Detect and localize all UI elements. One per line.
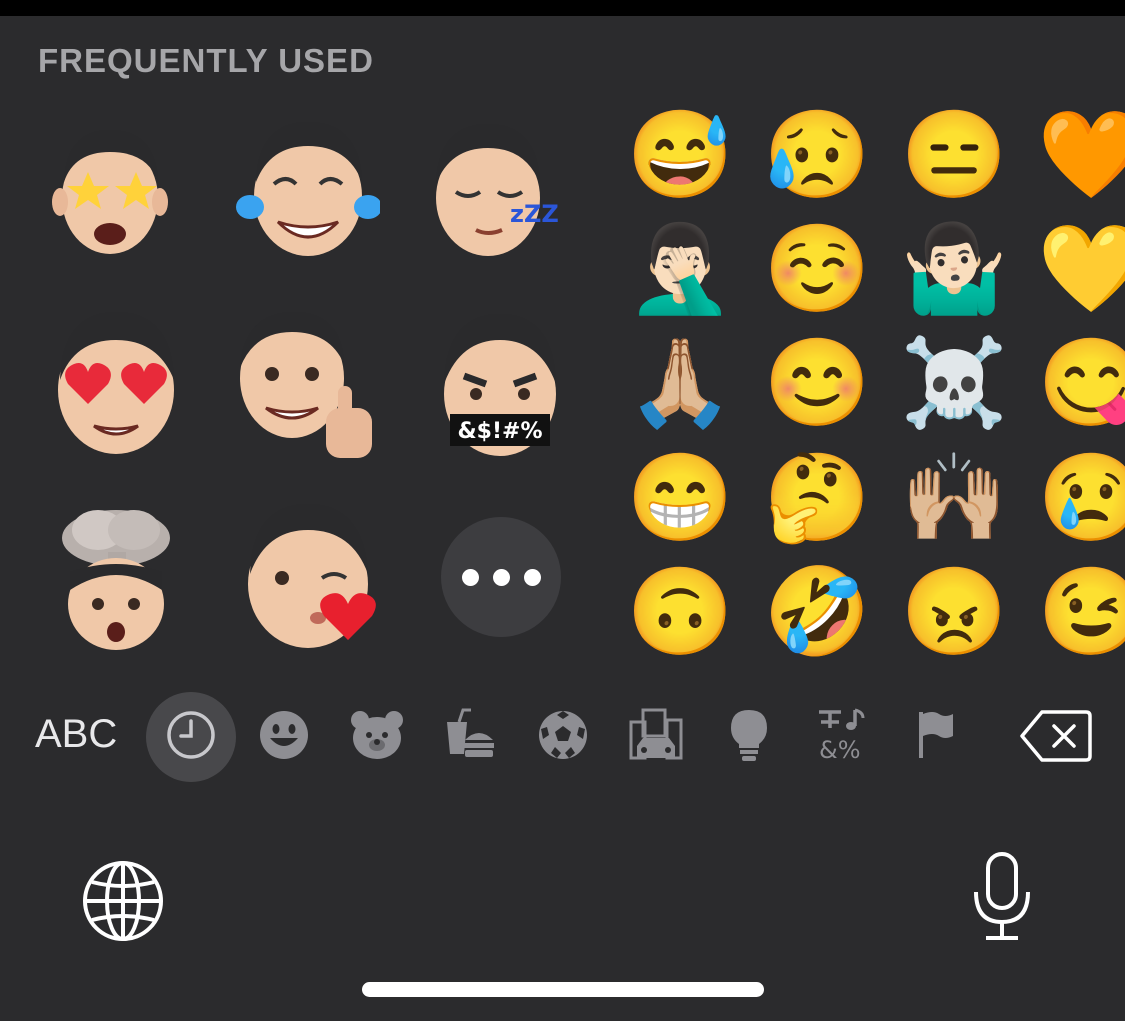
emoji-key[interactable]: ☺️ bbox=[757, 214, 877, 324]
clock-icon[interactable] bbox=[156, 700, 226, 770]
globe-icon[interactable] bbox=[82, 860, 164, 942]
more-dot bbox=[523, 568, 541, 586]
emoji-key[interactable]: 💛 bbox=[1031, 214, 1125, 324]
emoji-key[interactable]: 🧡 bbox=[1031, 100, 1125, 210]
smiley-icon[interactable] bbox=[249, 700, 319, 770]
sleeping-memoji[interactable]: zZZ bbox=[420, 112, 570, 262]
heart-eyes-memoji[interactable] bbox=[38, 308, 188, 458]
emoji-key[interactable]: 🙌🏼 bbox=[894, 443, 1014, 553]
emoji-key[interactable]: 😋 bbox=[1031, 328, 1125, 438]
censored-text: &$!#% bbox=[457, 419, 542, 444]
emoji-key[interactable]: 😁 bbox=[620, 443, 740, 553]
cursing-memoji[interactable]: &$!#% bbox=[420, 308, 570, 458]
symbols-icon[interactable]: &% bbox=[807, 700, 877, 770]
emoji-key[interactable]: 🤣 bbox=[757, 557, 877, 667]
soccer-ball-icon[interactable] bbox=[528, 700, 598, 770]
emoji-key[interactable]: 😉 bbox=[1031, 557, 1125, 667]
zzz-label: zZZ bbox=[510, 200, 559, 228]
delete-backward-icon[interactable] bbox=[1020, 710, 1092, 762]
emoji-key[interactable]: 🙃 bbox=[620, 557, 740, 667]
emoji-key[interactable]: 😑 bbox=[894, 100, 1014, 210]
kiss-heart-memoji[interactable] bbox=[236, 500, 386, 650]
emoji-key[interactable]: 😥 bbox=[757, 100, 877, 210]
flag-icon[interactable] bbox=[900, 700, 970, 770]
home-indicator[interactable] bbox=[362, 982, 764, 997]
thumbs-up-memoji[interactable] bbox=[230, 308, 380, 458]
status-bar-strip bbox=[0, 0, 1125, 16]
microphone-icon[interactable] bbox=[970, 852, 1034, 942]
emoji-key[interactable]: 🙏🏼 bbox=[620, 328, 740, 438]
abc-keyboard-button[interactable]: ABC bbox=[35, 712, 117, 757]
emoji-key[interactable]: 😊 bbox=[757, 328, 877, 438]
food-icon[interactable] bbox=[435, 700, 505, 770]
emoji-key[interactable]: 🤔 bbox=[757, 443, 877, 553]
emoji-key[interactable]: 🤷🏻‍♂️ bbox=[894, 214, 1014, 324]
emoji-grid: 😅 😥 😑 🧡 🤦🏻‍♂️ ☺️ 🤷🏻‍♂️ 💛 🙏🏼 😊 ☠️ 😋 😁 🤔 🙌… bbox=[620, 100, 1125, 670]
lightbulb-icon[interactable] bbox=[714, 700, 784, 770]
more-dot bbox=[492, 568, 510, 586]
mind-blown-memoji[interactable] bbox=[42, 500, 192, 650]
star-struck-memoji[interactable] bbox=[38, 112, 188, 262]
emoji-key[interactable]: 😠 bbox=[894, 557, 1014, 667]
emoji-key[interactable]: 🤦🏻‍♂️ bbox=[620, 214, 740, 324]
more-memoji-button[interactable] bbox=[441, 517, 561, 637]
city-car-icon[interactable] bbox=[621, 700, 691, 770]
more-dot bbox=[461, 568, 479, 586]
laughing-tears-memoji[interactable] bbox=[230, 112, 380, 262]
symbols-glyph-text: &% bbox=[819, 736, 861, 762]
section-title: FREQUENTLY USED bbox=[38, 42, 374, 79]
emoji-key[interactable]: ☠️ bbox=[894, 328, 1014, 438]
emoji-key[interactable]: 😢 bbox=[1031, 443, 1125, 553]
emoji-key[interactable]: 😅 bbox=[620, 100, 740, 210]
bear-icon[interactable] bbox=[342, 700, 412, 770]
